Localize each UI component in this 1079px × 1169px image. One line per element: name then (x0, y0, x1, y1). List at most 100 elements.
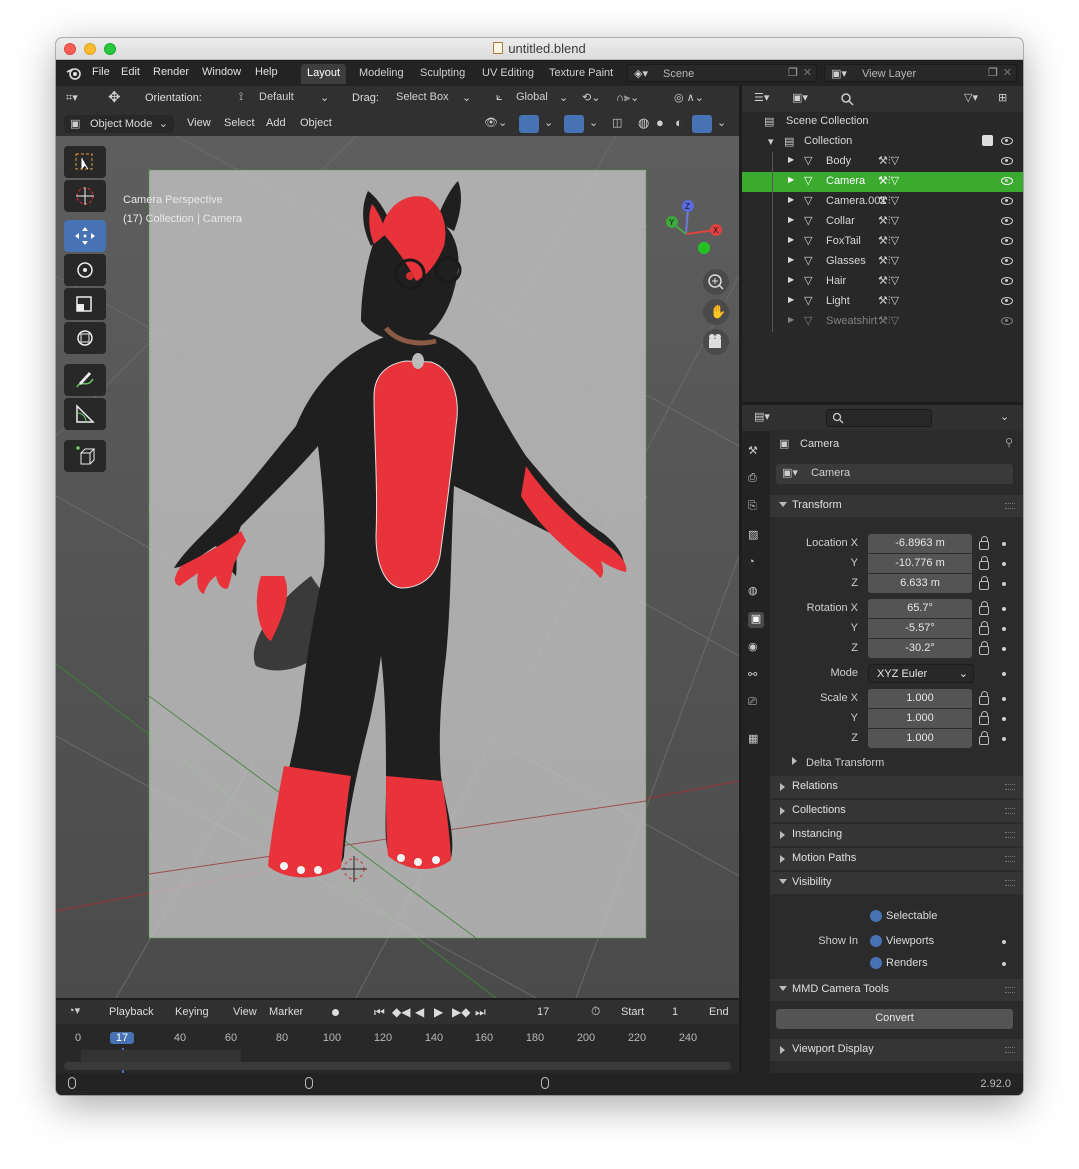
menu-view[interactable]: View (187, 117, 211, 129)
renders-checkbox[interactable] (870, 957, 882, 969)
keyframe-dot-icon[interactable] (1002, 562, 1006, 566)
eye-icon[interactable] (1001, 137, 1013, 145)
menu-view[interactable]: View (233, 1006, 257, 1018)
drag-grip-icon[interactable] (1005, 832, 1015, 838)
display-mode-icon[interactable]: ▣▾ (792, 91, 808, 104)
properties-options-icon[interactable]: ⌄ (1000, 410, 1009, 423)
shading-chevron-icon[interactable]: ⌄ (717, 116, 726, 129)
expand-arrow-icon[interactable]: ▶ (788, 155, 794, 164)
pan-view-button[interactable]: ✋ (703, 299, 729, 325)
rotation-z-field[interactable]: -30.2° (868, 639, 972, 658)
outliner-collection[interactable]: ▾ ▤ Collection (742, 132, 1023, 152)
eye-icon[interactable] (1001, 197, 1013, 205)
scale-tool[interactable] (64, 288, 106, 320)
menu-marker[interactable]: Marker (269, 1006, 303, 1018)
wireframe-shading-icon[interactable]: ◍ (638, 115, 649, 131)
eye-icon[interactable] (1001, 257, 1013, 265)
expand-arrow-icon[interactable]: ▶ (788, 195, 794, 204)
drag-grip-icon[interactable] (1005, 880, 1015, 886)
outliner-item[interactable]: ▶ ▽ FoxTail ⚒⫶▽ (742, 232, 1023, 252)
eye-icon[interactable] (1001, 217, 1013, 225)
outliner-item[interactable]: ▶ ▽ Light ⚒⫶▽ (742, 292, 1023, 312)
render-tab-icon[interactable]: ⎙ (748, 472, 764, 488)
rendered-shading-icon[interactable] (692, 115, 712, 133)
lock-icon[interactable] (979, 556, 989, 570)
lock-icon[interactable] (979, 691, 989, 705)
scale-x-field[interactable]: 1.000 (868, 689, 972, 708)
tab-uv-editing[interactable]: UV Editing (476, 64, 540, 84)
expand-arrow-icon[interactable]: ▶ (788, 235, 794, 244)
solid-shading-icon[interactable]: ● (656, 115, 664, 130)
record-icon[interactable] (332, 1009, 339, 1016)
keyframe-dot-icon[interactable] (1002, 647, 1006, 651)
location-y-field[interactable]: -10.776 m (868, 554, 972, 573)
tool-tab-icon[interactable]: ⚒ (748, 444, 764, 460)
lock-icon[interactable] (979, 641, 989, 655)
drag-grip-icon[interactable] (1005, 856, 1015, 862)
lock-icon[interactable] (979, 711, 989, 725)
tab-layout[interactable]: Layout (301, 64, 347, 84)
eye-icon[interactable] (1001, 237, 1013, 245)
drag-grip-icon[interactable] (1005, 987, 1015, 993)
camera-data-tab-icon[interactable]: ⎚ (748, 696, 764, 712)
object-tab-icon[interactable]: ▣ (748, 612, 764, 628)
camera-view-button[interactable] (703, 329, 729, 355)
copy-view-layer-icon[interactable]: ❐ (988, 66, 998, 79)
menu-file[interactable]: File (92, 66, 110, 78)
expand-arrow-icon[interactable]: ▶ (788, 255, 794, 264)
outliner-item[interactable]: ▶ ▽ Camera ⚒⫶▽ (742, 172, 1023, 192)
relations-panel-header[interactable]: Relations (770, 776, 1023, 798)
outliner-item[interactable]: ▶ ▽ Glasses ⚒⫶▽ (742, 252, 1023, 272)
pivot-point-icon[interactable]: ⟲⌄ (582, 91, 600, 104)
new-collection-icon[interactable]: ⊞ (998, 91, 1007, 104)
material-shading-icon[interactable]: ◐ (675, 115, 683, 130)
menu-playback[interactable]: Playback (109, 1006, 154, 1018)
scale-y-field[interactable]: 1.000 (868, 709, 972, 728)
physics-tab-icon[interactable]: ◉ (748, 640, 764, 656)
rotate-tool[interactable] (64, 254, 106, 286)
instancing-panel-header[interactable]: Instancing (770, 824, 1023, 846)
xray-toggle-icon[interactable]: ◫ (612, 116, 622, 129)
overlays-toggle-icon[interactable] (564, 115, 584, 133)
output-tab-icon[interactable]: ⎘ (748, 500, 764, 516)
scale-z-field[interactable]: 1.000 (868, 729, 972, 748)
location-x-field[interactable]: -6.8963 m (868, 534, 972, 553)
play-icon[interactable]: ▶ (434, 1005, 443, 1019)
eye-icon[interactable] (1001, 277, 1013, 285)
expand-arrow-icon[interactable]: ▶ (788, 315, 794, 324)
select-box-tool[interactable] (64, 146, 106, 178)
keyframe-dot-icon[interactable] (1002, 737, 1006, 741)
keyframe-dot-icon[interactable] (1002, 672, 1006, 676)
visibility-filter-icon[interactable]: 👁⌄ (484, 116, 507, 129)
drag-grip-icon[interactable] (1005, 503, 1015, 509)
menu-select[interactable]: Select (224, 117, 255, 129)
drag-grip-icon[interactable] (1005, 784, 1015, 790)
move-tool[interactable] (64, 220, 106, 252)
measure-tool[interactable] (64, 398, 106, 430)
viewports-checkbox[interactable] (870, 935, 882, 947)
world-tab-icon[interactable]: ◍ (748, 584, 764, 600)
view-layer-tab-icon[interactable]: ▨ (748, 528, 764, 544)
lock-icon[interactable] (979, 621, 989, 635)
rotation-x-field[interactable]: 65.7° (868, 599, 972, 618)
snap-icon[interactable]: ∩⫸⌄ (616, 91, 639, 105)
outliner-item[interactable]: ▶ ▽ Body ⚒⫶▽ (742, 152, 1023, 172)
menu-keying[interactable]: Keying (175, 1006, 209, 1018)
expand-arrow-icon[interactable]: ▶ (788, 215, 794, 224)
transform-pivot-icon[interactable]: ✥ (108, 88, 121, 106)
gizmo-chevron-icon[interactable]: ⌄ (544, 116, 553, 129)
drag-dropdown[interactable]: Select Box (396, 91, 449, 103)
prev-keyframe-icon[interactable]: ◆◀ (392, 1005, 410, 1019)
overlays-chevron-icon[interactable]: ⌄ (589, 116, 598, 129)
add-cube-tool[interactable] (64, 440, 106, 472)
next-keyframe-icon[interactable]: ▶◆ (452, 1005, 470, 1019)
menu-window[interactable]: Window (202, 66, 241, 78)
transform-tool[interactable] (64, 322, 106, 354)
start-frame-field[interactable]: 1 (672, 1006, 678, 1018)
tab-texture-paint[interactable]: Texture Paint (543, 64, 619, 84)
viewport-display-panel-header[interactable]: Viewport Display (770, 1039, 1023, 1061)
drag-grip-icon[interactable] (1005, 1047, 1015, 1053)
expand-arrow-icon[interactable]: ▶ (788, 275, 794, 284)
keyframe-dot-icon[interactable] (1002, 542, 1006, 546)
filter-icon[interactable]: ▽▾ (964, 91, 978, 104)
